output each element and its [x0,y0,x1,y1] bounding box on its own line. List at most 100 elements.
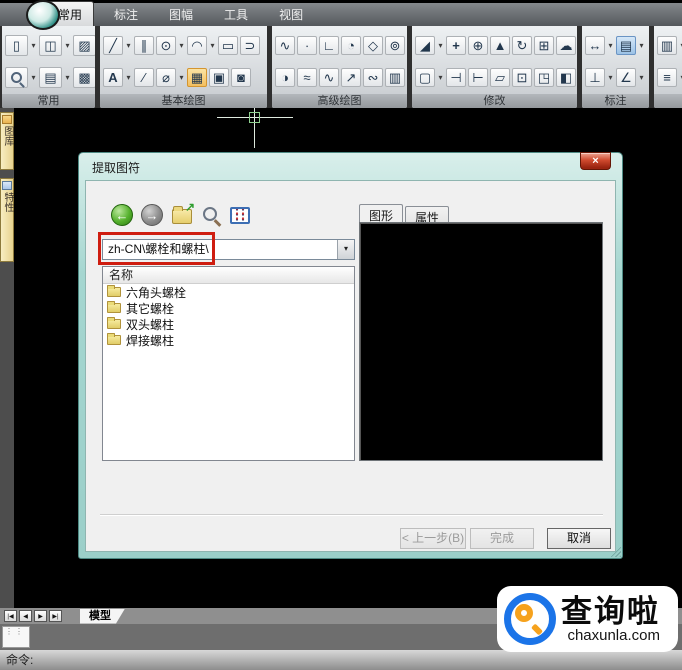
forward-button[interactable]: → [141,204,163,226]
copy-doc-icon[interactable]: ◫ [39,35,62,56]
extract-symbol-icon[interactable]: ▦ [187,68,207,87]
dropdown-caret-icon[interactable]: ▾ [437,73,444,82]
dropdown-caret-icon[interactable]: ▾ [638,73,645,82]
finish-button[interactable]: 完成 [470,528,534,549]
chamfer-icon[interactable]: ∟ [319,36,339,55]
sidebar-tab-library[interactable]: 图库 [0,112,14,170]
block-icon[interactable]: ▣ [209,68,229,87]
dropdown-caret-icon[interactable]: ▾ [607,73,614,82]
dropdown-caret-icon[interactable]: ▾ [209,41,216,50]
edit-dim-icon[interactable]: ∠ [616,68,636,87]
dim-style-icon[interactable]: ▤ [616,36,636,55]
arc-icon[interactable]: ◠ [187,36,207,55]
list-header-name[interactable]: 名称 [103,267,354,284]
section-symbol-icon[interactable]: ⊚ [385,36,405,55]
dimension-icon[interactable]: ↔ [585,36,605,55]
axis-line-icon[interactable]: ∕ [134,68,154,87]
dropdown-caret-icon[interactable]: ▾ [30,73,37,82]
move-icon[interactable]: + [446,36,466,55]
combo-dropdown-button[interactable]: ▾ [337,240,354,259]
list-item[interactable]: 焊接螺柱 [103,332,354,348]
erase-icon[interactable]: ◢ [415,36,435,55]
panel-basic-draw: ╱▾ ∥ ⊙▾ ◠▾ ▭ ⊃ A▾ ∕ ⌀▾ ▦ ▣ ◙ [100,26,267,108]
circle-icon[interactable]: ⊙ [156,36,176,55]
dropdown-caret-icon[interactable]: ▾ [64,41,71,50]
break-icon[interactable]: ⊣ [446,68,466,87]
zigzag-line-icon[interactable]: ∿ [319,68,339,87]
folder-icon [107,303,121,313]
copy-object-icon[interactable]: ⊕ [468,36,488,55]
polygon-icon[interactable]: ◇ [363,36,383,55]
parallel-line-icon[interactable]: ∥ [134,36,154,55]
ellipse-icon[interactable]: ◔ [341,36,361,55]
freehand-icon[interactable]: ∾ [363,68,383,87]
select-frame-icon[interactable]: ▢ [415,68,435,87]
dropdown-caret-icon[interactable]: ▾ [607,41,614,50]
command-prompt-bar[interactable]: 命令: [0,650,682,670]
plot-icon[interactable]: ▤ [39,67,62,88]
watermark-logo-icon [504,593,556,645]
scale-icon[interactable]: ⊡ [512,68,532,87]
wave-line-icon[interactable]: ≈ [297,68,317,87]
point-icon[interactable]: ∙ [297,36,317,55]
ribbon-tab-sheet[interactable]: 图幅 [158,2,204,26]
ribbon-tab-dimension[interactable]: 标注 [103,2,149,26]
paste-icon[interactable]: ▥ [657,36,677,55]
leader-icon[interactable]: ⌀ [156,68,176,87]
stretch-icon[interactable]: ▱ [490,68,510,87]
new-doc-icon[interactable]: ▯ [5,35,28,56]
dropdown-caret-icon[interactable]: ▾ [125,41,132,50]
folder-name: 其它螺栓 [126,300,174,317]
view-mode-button[interactable] [230,207,250,224]
mirror-icon[interactable]: ▲ [490,36,510,55]
command-history-box[interactable]: ⋮⋮ [2,626,30,648]
close-button[interactable]: × [580,152,611,170]
sidebar-tab-properties[interactable]: 特性 [0,178,14,262]
prev-sheet-button[interactable]: ◀ [19,610,32,622]
dropdown-caret-icon[interactable]: ▾ [437,41,444,50]
extend-icon[interactable]: ⊢ [468,68,488,87]
search-button[interactable] [203,207,217,221]
back-button[interactable]: ← [111,204,133,226]
layer-lines-icon[interactable]: ≡ [657,68,677,87]
cancel-button[interactable]: 取消 [547,528,611,549]
next-sheet-button[interactable]: ▶ [34,610,47,622]
dropdown-caret-icon[interactable]: ▾ [178,41,185,50]
line-icon[interactable]: ╱ [103,36,123,55]
application-window: 常用 标注 图幅 工具 视图 ▯▾ ◫▾ ▨ ▾ ▤▾ ▩ [0,0,682,670]
text-icon[interactable]: A [103,68,123,87]
curve-icon[interactable]: ∿ [275,36,295,55]
previous-step-button[interactable]: < 上一步(B) [400,528,466,549]
table-icon[interactable]: ▥ [385,68,405,87]
viewport-icon[interactable]: ◳ [534,68,554,87]
list-item[interactable]: 其它螺栓 [103,300,354,316]
list-item[interactable]: 双头螺柱 [103,316,354,332]
revision-cloud-icon[interactable]: ☁ [556,36,576,55]
ribbon-tab-view[interactable]: 视图 [268,2,314,26]
dropdown-caret-icon[interactable]: ▾ [178,73,185,82]
dropdown-caret-icon[interactable]: ▾ [125,73,132,82]
dropdown-caret-icon[interactable]: ▾ [64,73,71,82]
zoom-icon[interactable] [5,67,28,88]
dropdown-caret-icon[interactable]: ▾ [30,41,37,50]
ribbon-tab-tools[interactable]: 工具 [213,2,259,26]
arrow-icon[interactable]: ↗ [341,68,361,87]
rotate-icon[interactable]: ↻ [512,36,532,55]
window-refresh-icon[interactable]: ▨ [73,35,95,56]
list-item[interactable]: 六角头螺栓 [103,284,354,300]
rectangle-icon[interactable]: ▭ [218,36,238,55]
fill-icon[interactable]: ◧ [556,68,576,87]
symbol-folder-list[interactable]: 名称 六角头螺栓 其它螺栓 双头螺柱 焊接螺柱 [102,266,355,461]
dropdown-caret-icon[interactable]: ▾ [638,41,645,50]
sheet-tab-model[interactable]: 模型 [80,609,125,624]
up-folder-button[interactable]: ↗ [172,209,192,224]
first-sheet-button[interactable]: |◀ [4,610,17,622]
last-sheet-button[interactable]: ▶| [49,610,62,622]
array-icon[interactable]: ⊞ [534,36,554,55]
app-menu-button[interactable] [26,0,60,30]
polyline-icon[interactable]: ⊃ [240,36,260,55]
region-icon[interactable]: ◙ [231,68,251,87]
coordinate-icon[interactable]: ⊥ [585,68,605,87]
half-shape-icon[interactable]: ◑ [275,68,295,87]
redraw-icon[interactable]: ▩ [73,67,95,88]
